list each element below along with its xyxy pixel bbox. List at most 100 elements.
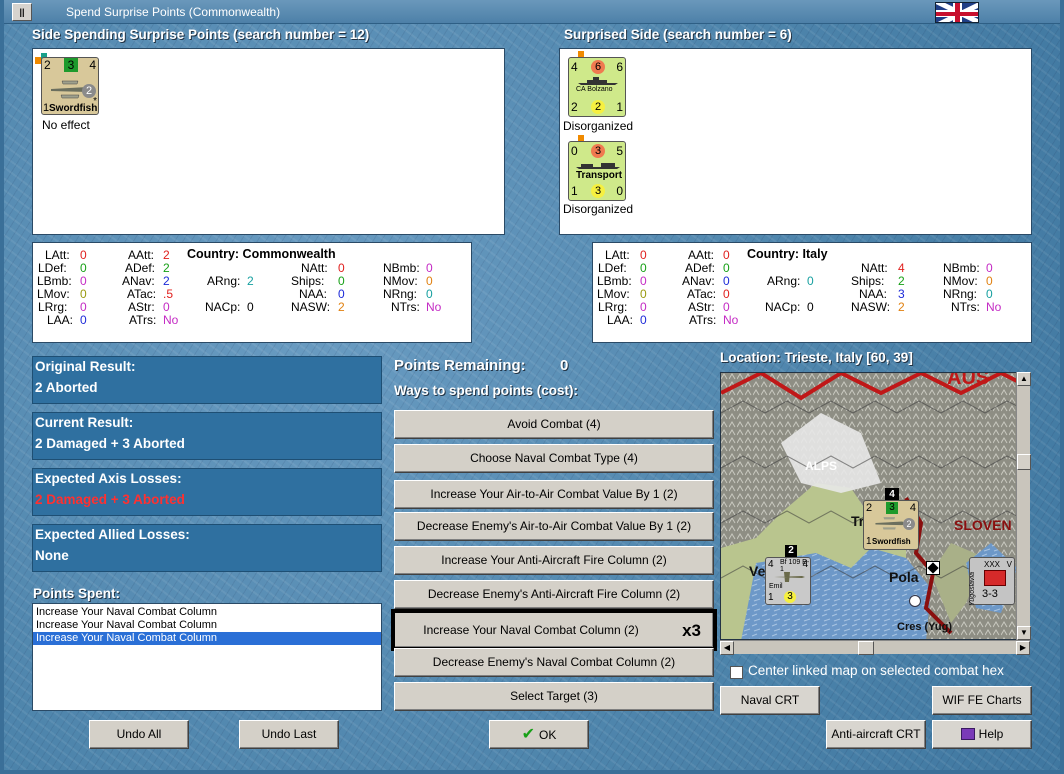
- stat-value: 2: [247, 274, 254, 288]
- scroll-down-icon[interactable]: ▼: [1017, 626, 1031, 640]
- decrease-enemy-air-to-air-button[interactable]: Decrease Enemy's Air-to-Air Combat Value…: [394, 512, 714, 541]
- stat-value: No: [426, 300, 442, 314]
- air-defense-value: 3: [886, 502, 898, 514]
- stat-value: 0: [80, 261, 87, 275]
- stat-value: 0: [986, 287, 993, 301]
- unit-star: *: [93, 96, 97, 107]
- stat-label: Ships:: [851, 274, 885, 288]
- ok-button[interactable]: ✔ OK: [489, 720, 589, 749]
- stat-label: NASW:: [291, 300, 331, 314]
- stat-label: ARng:: [207, 274, 241, 288]
- stat-value: No: [986, 300, 1002, 314]
- ship-range-value: 3: [591, 184, 605, 198]
- stat-value: 2: [898, 300, 905, 314]
- scroll-left-icon[interactable]: ◀: [720, 641, 734, 655]
- scroll-thumb[interactable]: [1017, 454, 1031, 470]
- list-item[interactable]: Increase Your Naval Combat Column: [33, 619, 381, 632]
- stat-label: ANav:: [682, 274, 715, 288]
- transport-counter[interactable]: 0 3 5 Transport 1 3 0: [568, 141, 626, 201]
- unit-name: Swordfish: [49, 103, 98, 114]
- stat-label: NAA:: [859, 287, 888, 301]
- undo-all-button[interactable]: Undo All: [89, 720, 189, 749]
- stat-value: 0: [986, 274, 993, 288]
- avoid-combat-button[interactable]: Avoid Combat (4): [394, 410, 714, 439]
- select-target-button[interactable]: Select Target (3): [394, 682, 714, 711]
- decrease-enemy-aa-fire-column-button[interactable]: Decrease Enemy's Anti-Aircraft Fire Colu…: [394, 580, 714, 609]
- map-horizontal-scrollbar[interactable]: ◀ ▶: [720, 640, 1030, 655]
- increase-aa-fire-column-button[interactable]: Increase Your Anti-Aircraft Fire Column …: [394, 546, 714, 575]
- ship-attack-value: 0: [571, 144, 578, 158]
- wif-fe-charts-button[interactable]: WIF FE Charts: [932, 686, 1032, 715]
- ca-bolzano-counter[interactable]: 4 6 6 CA Bolzano 2 2 1: [568, 57, 626, 117]
- choose-naval-combat-type-button[interactable]: Choose Naval Combat Type (4): [394, 444, 714, 473]
- stat-label: LDef:: [598, 261, 627, 275]
- stat-label: LDef:: [38, 261, 67, 275]
- map-swordfish-counter[interactable]: 2 3 4 2 1 Swordfish: [863, 500, 919, 550]
- country-label: Country: Italy: [747, 247, 828, 261]
- unit-status: Disorganized: [563, 119, 634, 133]
- unit-name: CA Bolzano: [576, 86, 613, 93]
- stat-value: 0: [723, 274, 730, 288]
- surprised-side-header: Surprised Side (search number = 6): [564, 27, 792, 42]
- checkmark-icon: ✔: [521, 726, 536, 743]
- stat-label: ATrs:: [129, 313, 157, 327]
- allied-losses-value: None: [35, 548, 69, 563]
- center-map-checkbox[interactable]: [730, 666, 743, 679]
- list-item[interactable]: Increase Your Naval Combat Column: [33, 632, 381, 645]
- naval-crt-button[interactable]: Naval CRT: [720, 686, 820, 715]
- stat-label: NACp:: [765, 300, 801, 314]
- air-attack-value: 2: [866, 502, 873, 514]
- swordfish-counter[interactable]: 2 3 4 2 1 Swordfish *: [41, 57, 99, 115]
- multiplier-label: x3: [682, 621, 701, 640]
- increase-naval-combat-column-button[interactable]: Increase Your Naval Combat Column (2) x3: [391, 609, 717, 651]
- map-vertical-scrollbar[interactable]: ▲ ▼: [1016, 372, 1031, 640]
- stat-value: 0: [807, 274, 814, 288]
- stat-value: 0: [640, 274, 647, 288]
- original-result-label: Original Result:: [35, 359, 136, 374]
- spending-side-header: Side Spending Surprise Points (search nu…: [32, 27, 370, 42]
- increase-air-to-air-button[interactable]: Increase Your Air-to-Air Combat Value By…: [394, 480, 714, 509]
- scroll-right-icon[interactable]: ▶: [1016, 641, 1030, 655]
- scroll-up-icon[interactable]: ▲: [1017, 372, 1031, 386]
- scroll-thumb[interactable]: [858, 641, 874, 655]
- range-value: 3: [784, 591, 796, 603]
- map-label-pola: Pola: [889, 569, 919, 585]
- stat-value: 0: [723, 261, 730, 275]
- air-naval-value: 4: [802, 559, 808, 570]
- stat-value: 0: [640, 287, 647, 301]
- stat-value: 2: [163, 248, 170, 262]
- stat-label: LAA:: [47, 313, 74, 327]
- unit-name: Transport: [576, 170, 623, 181]
- unit-marker: V: [1006, 560, 1012, 569]
- spending-side-units-box: 2 3 4 2 1 Swordfish * No effect: [32, 48, 505, 235]
- stat-value: 0: [723, 300, 730, 314]
- stat-value: .5: [163, 287, 174, 301]
- stat-label: AStr:: [688, 300, 715, 314]
- stack-count-badge: 2: [785, 545, 797, 557]
- help-label: Help: [978, 727, 1004, 741]
- undo-last-button[interactable]: Undo Last: [239, 720, 339, 749]
- help-button[interactable]: Help: [932, 720, 1032, 749]
- stat-value: 0: [723, 287, 730, 301]
- list-item[interactable]: Increase Your Naval Combat Column: [33, 606, 381, 619]
- points-spent-list[interactable]: Increase Your Naval Combat Column Increa…: [32, 603, 382, 711]
- linked-map[interactable]: AUS ALPS SLOVEN Tr Ve Pola Cres (Yug) 4 …: [720, 372, 1030, 640]
- stat-value: 0: [163, 300, 170, 314]
- ship-move-value: 5: [616, 144, 623, 158]
- unit-subname: Emil: [769, 583, 783, 590]
- stat-label: LMov:: [597, 287, 630, 301]
- ok-label: OK: [539, 728, 557, 742]
- stat-value: 0: [723, 248, 730, 262]
- ship-defense-value: 3: [591, 144, 605, 158]
- decrease-enemy-naval-combat-column-button[interactable]: Decrease Enemy's Naval Combat Column (2): [394, 648, 714, 677]
- map-bf109-counter[interactable]: 4 Bf 109 E-1 4 Emil 1 3: [765, 557, 811, 605]
- stat-value: 4: [898, 261, 905, 275]
- stat-value: 0: [80, 313, 87, 327]
- stat-value: 0: [640, 313, 647, 327]
- system-menu-button[interactable]: ||: [12, 3, 32, 21]
- anti-aircraft-crt-button[interactable]: Anti-aircraft CRT: [826, 720, 926, 749]
- stat-value: 0: [986, 261, 993, 275]
- map-yugoslav-corps-counter[interactable]: XXX Yugoslavia 3-3 V: [969, 557, 1015, 606]
- current-result-panel: Current Result: 2 Damaged + 3 Aborted: [32, 412, 382, 460]
- air-attack-value: 4: [768, 559, 774, 570]
